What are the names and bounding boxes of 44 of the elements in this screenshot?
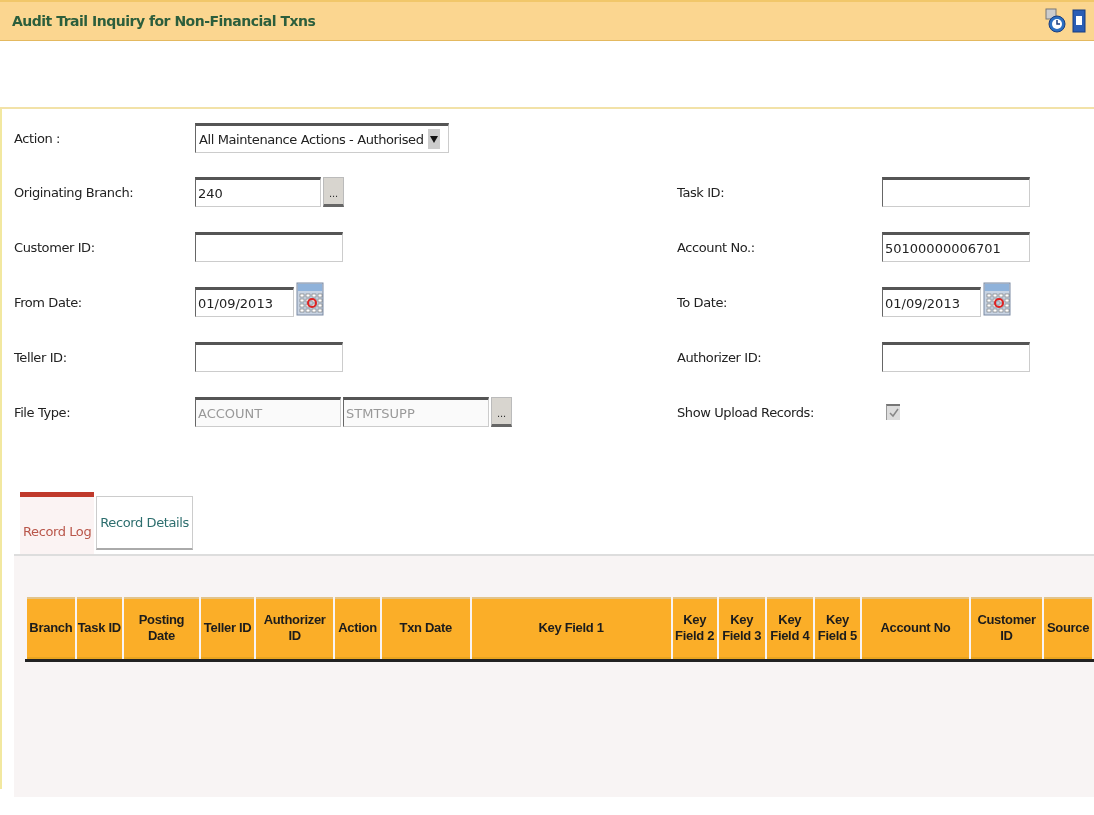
- field-label: Authorizer ID:: [677, 349, 763, 365]
- field-label: From Date:: [14, 294, 83, 310]
- lookup-button[interactable]: ...: [323, 177, 344, 207]
- field-label: Customer ID:: [14, 239, 96, 255]
- field-label: File Type:: [14, 404, 72, 420]
- help-book-icon[interactable]: [1072, 8, 1086, 34]
- column-header: Account No: [861, 597, 969, 659]
- input-field[interactable]: [195, 232, 343, 262]
- input-field[interactable]: [882, 342, 1030, 372]
- field-label: Teller ID:: [14, 349, 68, 365]
- field-label: Task ID:: [677, 184, 726, 200]
- column-header: Posting Date: [123, 597, 200, 659]
- date-field[interactable]: 01/09/2013: [195, 287, 294, 317]
- page-title: Audit Trail Inquiry for Non-Financial Txns: [12, 13, 316, 29]
- column-header: Customer ID: [970, 597, 1043, 659]
- tab[interactable]: Record Details: [96, 496, 193, 550]
- calendar-icon[interactable]: [983, 282, 1011, 316]
- calendar-icon[interactable]: [296, 282, 324, 316]
- field-label: Originating Branch:: [14, 184, 135, 200]
- column-header: Action: [335, 597, 380, 659]
- input-field[interactable]: 240: [195, 177, 321, 207]
- column-header: Key Field 1: [471, 597, 671, 659]
- column-header: Source: [1044, 597, 1092, 659]
- tab[interactable]: Record Log: [20, 492, 95, 554]
- field-label: Account No.:: [677, 239, 756, 255]
- input-field[interactable]: 50100000006701: [882, 232, 1030, 262]
- column-header: Teller ID: [201, 597, 255, 659]
- clock-icon[interactable]: [1044, 8, 1066, 34]
- input-field[interactable]: [195, 342, 343, 372]
- column-header: Branch: [27, 597, 75, 659]
- column-header: Authorizer ID: [256, 597, 334, 659]
- input-field[interactable]: [882, 177, 1030, 207]
- field-label: Action :: [14, 130, 62, 146]
- column-header: Task ID: [76, 597, 122, 659]
- column-header: Key Field 4: [766, 597, 813, 659]
- column-header: Txn Date: [381, 597, 470, 659]
- field-label: Show Upload Records:: [677, 404, 815, 420]
- action-dropdown[interactable]: All Maintenance Actions - Authorised: [195, 123, 449, 153]
- date-field[interactable]: 01/09/2013: [882, 287, 981, 317]
- column-header: Key Field 3: [718, 597, 765, 659]
- field-label: To Date:: [677, 294, 729, 310]
- dropdown-arrow-icon: [429, 135, 438, 143]
- column-header: Key Field 2: [672, 597, 717, 659]
- column-header: Key Field 5: [814, 597, 860, 659]
